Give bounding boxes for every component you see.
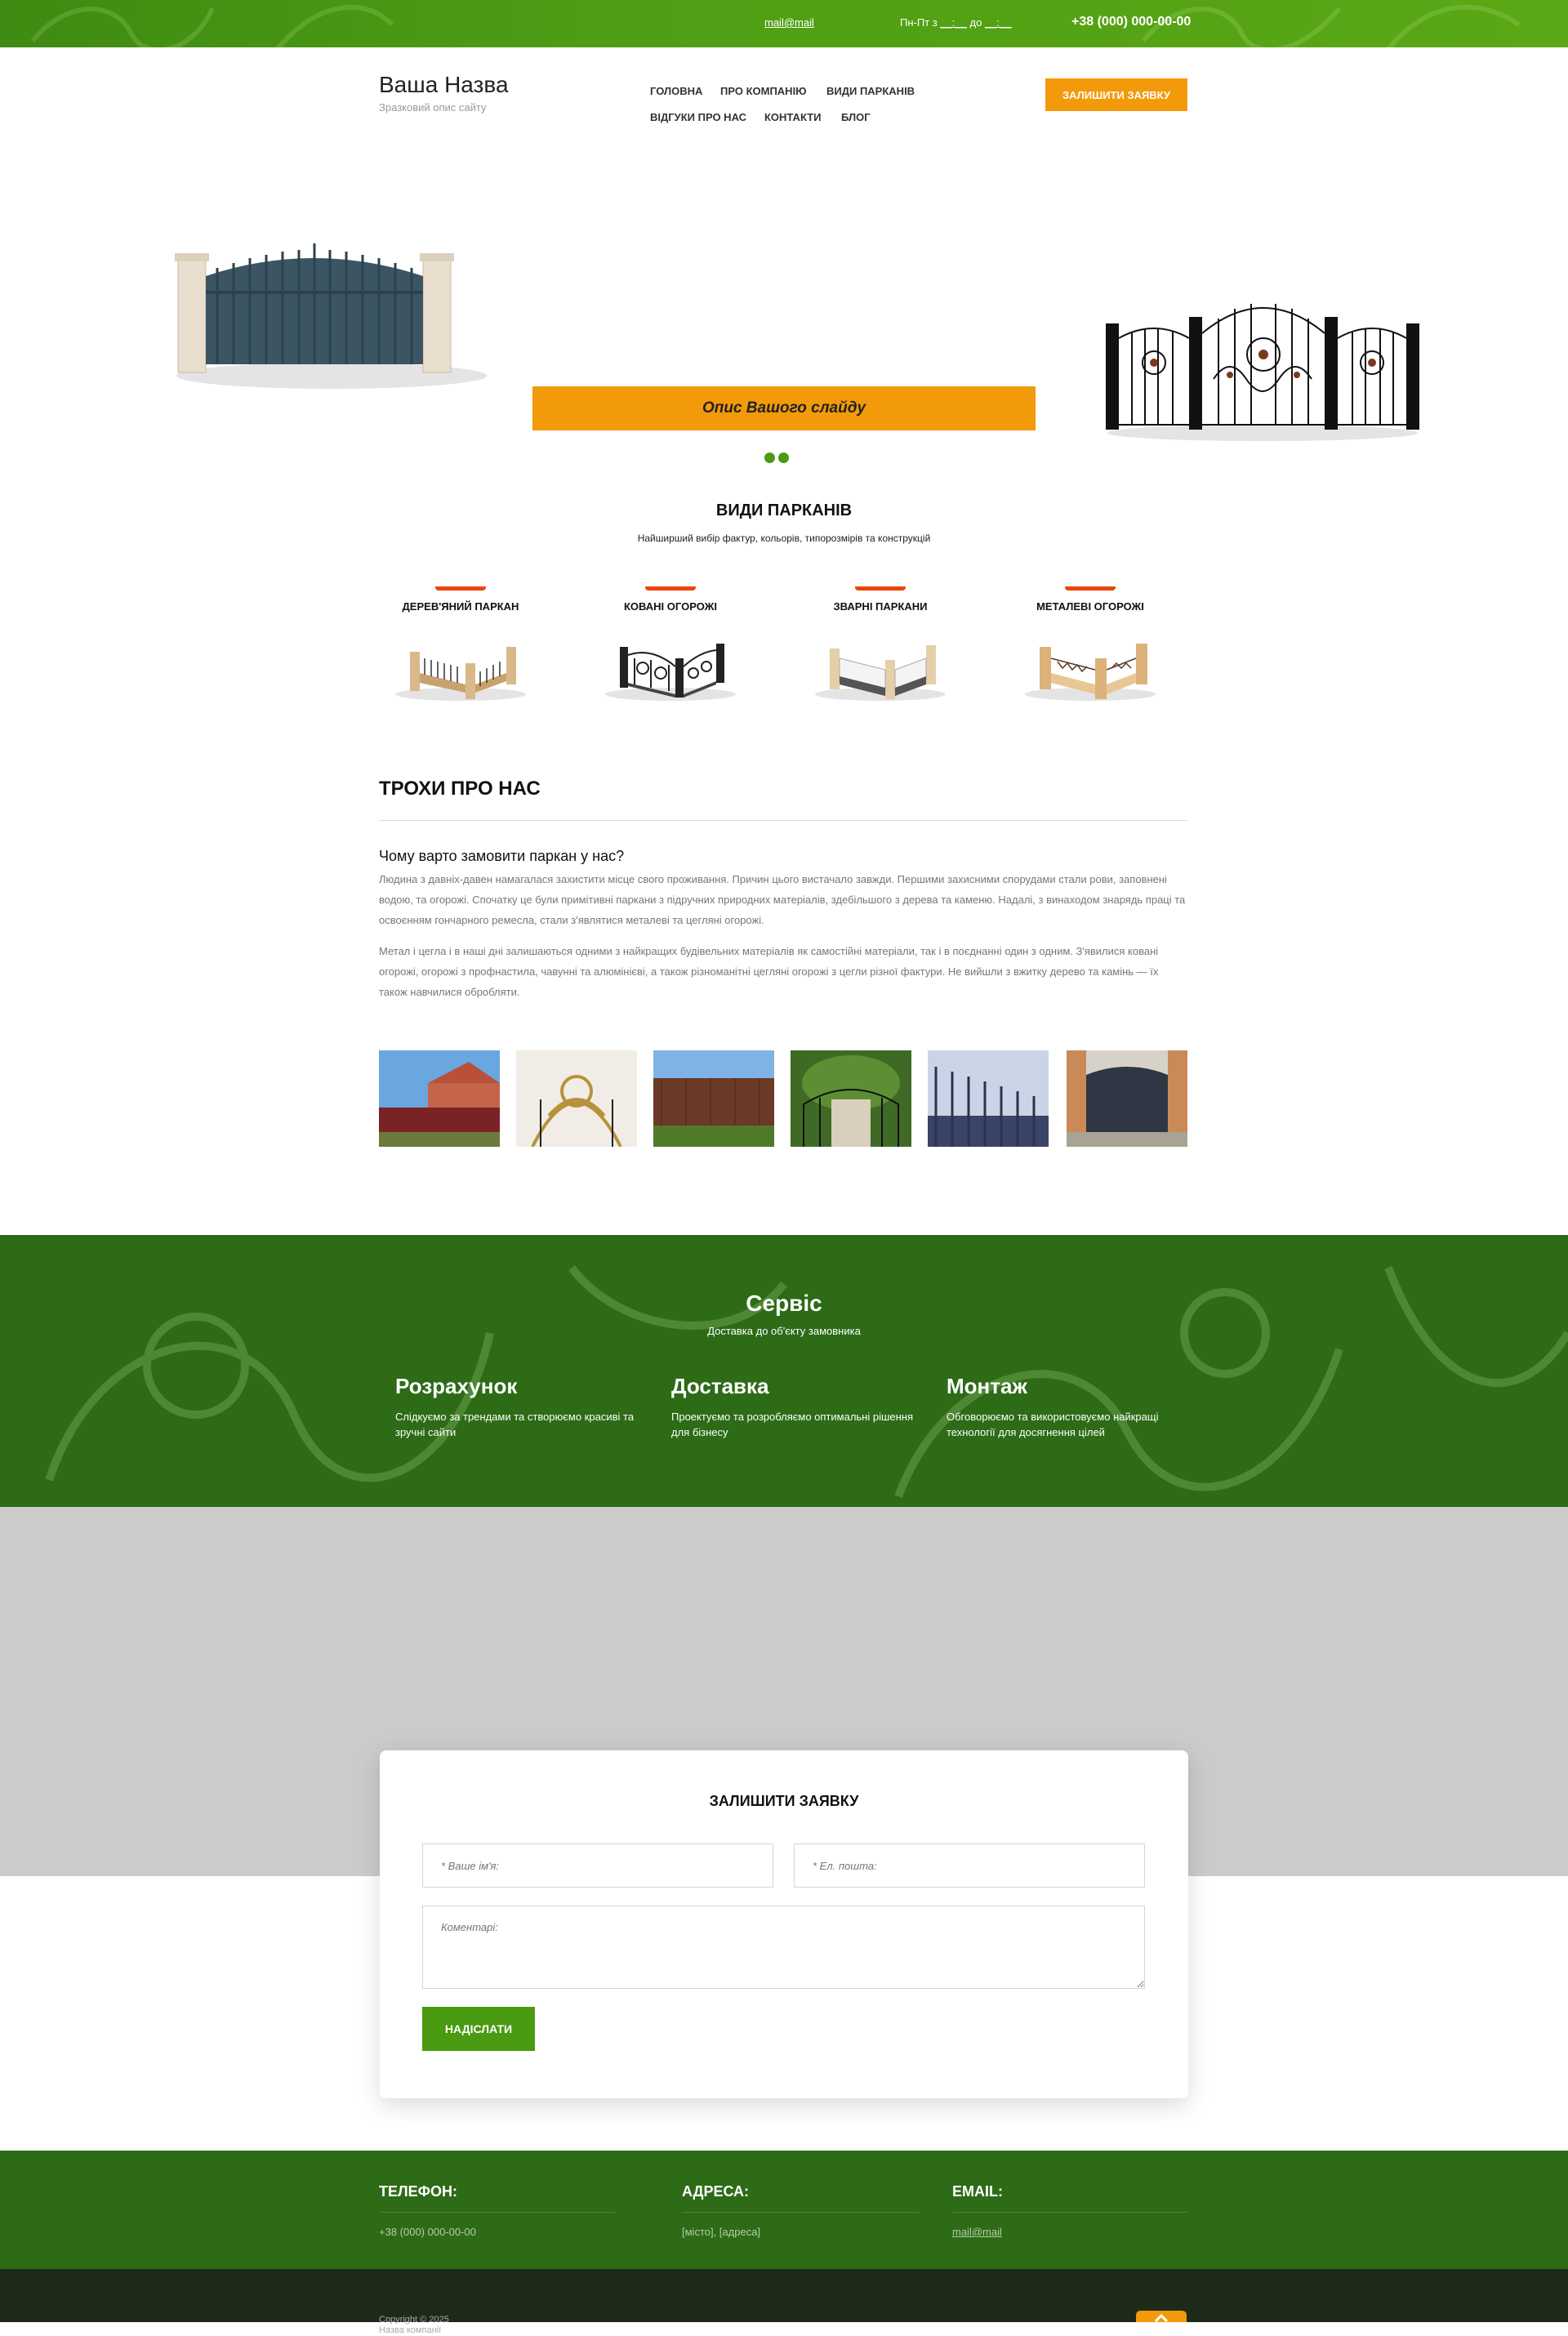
service-column: Розрахунок Слідкуємо за трендами та ство… — [395, 1374, 640, 1440]
nav-item-blog[interactable]: БЛОГ — [841, 111, 871, 123]
service-column-title: Доставка — [671, 1374, 769, 1398]
photo-gallery — [379, 1050, 1187, 1147]
slider-dots — [764, 452, 792, 467]
card-accent-bar — [435, 586, 486, 591]
wrought-iron-gate-image — [1106, 304, 1419, 441]
service-column: Монтаж Обговорюємо та використовуємо най… — [947, 1374, 1192, 1440]
fence-types-grid: ДЕРЕВ'ЯНИЙ ПАРКАН КОВАНІ ОГОРОЖІ ЗВАРНІ … — [379, 586, 1187, 717]
copyright-company: Назва компанії — [379, 2325, 442, 2335]
name-input[interactable] — [422, 1843, 773, 1888]
service-subtitle: Доставка до об'єкту замовника — [707, 1325, 861, 1337]
fence-type-label: ДЕРЕВ'ЯНИЙ ПАРКАН — [402, 600, 519, 613]
fence-types-title: ВИДИ ПАРКАНІВ — [715, 502, 853, 519]
nav-item-fence-types[interactable]: ВИДИ ПАРКАНІВ — [826, 85, 915, 97]
footer-phone-value[interactable]: +38 (000) 000-00-00 — [379, 2226, 616, 2238]
card-accent-bar — [855, 586, 906, 591]
fence-type-card[interactable]: ЗВАРНІ ПАРКАНИ — [799, 586, 962, 708]
footer-address-block: АДРЕСА: [місто], [адреса] — [682, 2183, 919, 2238]
topbar-email-link[interactable]: mail@mail — [764, 16, 814, 29]
about-paragraph: Людина з давніх-давен намагалася захисти… — [379, 873, 1186, 926]
nav-item-about[interactable]: ПРО КОМПАНІЮ — [720, 85, 807, 97]
fence-type-card[interactable]: МЕТАЛЕВІ ОГОРОЖІ — [1009, 586, 1172, 708]
footer-email-block: EMAIL: mail@mail — [952, 2183, 1189, 2238]
service-column-title: Розрахунок — [395, 1374, 518, 1398]
slider-dot-1[interactable] — [764, 452, 775, 463]
request-form: ЗАЛИШИТИ ЗАЯВКУ НАДІСЛАТИ — [380, 1750, 1188, 2098]
fence-type-label: МЕТАЛЕВІ ОГОРОЖІ — [1036, 600, 1144, 613]
footer-phone-label: ТЕЛЕФОН: — [379, 2183, 616, 2213]
slider-dot-2[interactable] — [778, 452, 789, 463]
card-accent-bar — [645, 586, 696, 591]
site-header: Ваша Назва Зразковий опис сайту ГОЛОВНА … — [379, 47, 1187, 145]
metal-fence-icon — [1025, 644, 1156, 701]
service-column: Доставка Проектуємо та розробляємо оптим… — [671, 1374, 916, 1440]
service-column-text: Слідкуємо за трендами та створюємо краси… — [395, 1411, 635, 1438]
hero-slider: Опис Вашого слайду — [0, 145, 1568, 480]
gallery-photo-brown-fence[interactable] — [653, 1050, 774, 1147]
service-section: Сервіс Доставка до об'єкту замовника Роз… — [0, 1235, 1568, 1507]
gallery-photo-garden-gate[interactable] — [791, 1050, 911, 1147]
submit-button[interactable]: НАДІСЛАТИ — [422, 2007, 535, 2051]
nav-item-home[interactable]: ГОЛОВНА — [650, 85, 702, 97]
fence-type-label: ЗВАРНІ ПАРКАНИ — [833, 600, 928, 613]
service-column-title: Монтаж — [947, 1374, 1027, 1398]
gallery-photo-iron-fence[interactable] — [928, 1050, 1049, 1147]
copyright: Copyright © 2025 Назва компанії — [379, 2315, 449, 2336]
fence-type-label: КОВАНІ ОГОРОЖІ — [623, 600, 717, 613]
logo-title[interactable]: Ваша Назва — [379, 72, 509, 98]
welded-fence-icon — [815, 645, 946, 701]
comment-textarea[interactable] — [422, 1906, 1145, 1989]
about-title: ТРОХИ ПРО НАС — [379, 778, 541, 800]
site-footer: ТЕЛЕФОН: +38 (000) 000-00-00 АДРЕСА: [мі… — [0, 2151, 1568, 2269]
card-accent-bar — [1065, 586, 1116, 591]
nav-item-contacts[interactable]: КОНТАКТИ — [764, 111, 822, 123]
service-title: Сервіс — [746, 1291, 822, 1316]
about-question: Чому варто замовити паркан у нас? — [379, 848, 625, 864]
fence-types-subtitle: Найширший вибір фактур, кольорів, типоро… — [637, 533, 931, 544]
gallery-photo-golden-gate[interactable] — [516, 1050, 637, 1147]
logo-subtitle: Зразковий опис сайту — [379, 101, 487, 114]
footer-address-label: АДРЕСА: — [682, 2183, 919, 2213]
leave-request-button[interactable]: ЗАЛИШИТИ ЗАЯВКУ — [1045, 78, 1187, 111]
wrought-fence-icon — [605, 644, 736, 701]
fence-type-card[interactable]: КОВАНІ ОГОРОЖІ — [589, 586, 752, 708]
ornament-background — [45, 1264, 1568, 1498]
about-divider — [379, 820, 1187, 821]
sliding-gate-image — [175, 243, 487, 389]
gallery-photo-brick-house[interactable] — [379, 1050, 500, 1147]
topbar-hours: Пн-Пт з __:__ до __:__ — [900, 16, 1012, 29]
footer-email-link[interactable]: mail@mail — [952, 2226, 1189, 2238]
scroll-to-top-button[interactable] — [1136, 2311, 1187, 2322]
nav-item-reviews[interactable]: ВІДГУКИ ПРО НАС — [650, 111, 746, 123]
service-column-text: Проектуємо та розробляємо оптимальні ріш… — [671, 1411, 914, 1438]
fence-type-card[interactable]: ДЕРЕВ'ЯНИЙ ПАРКАН — [379, 586, 542, 708]
form-title: ЗАЛИШИТИ ЗАЯВКУ — [709, 1793, 859, 1809]
email-input[interactable] — [794, 1843, 1145, 1888]
top-bar: mail@mail Пн-Пт з __:__ до __:__ +38 (00… — [0, 0, 1568, 47]
footer-address-value: [місто], [адреса] — [682, 2226, 761, 2238]
gallery-photo-dark-gate[interactable] — [1067, 1050, 1187, 1147]
footer-phone-block: ТЕЛЕФОН: +38 (000) 000-00-00 — [379, 2183, 616, 2238]
footer-email-label: EMAIL: — [952, 2183, 1189, 2213]
topbar-phone[interactable]: +38 (000) 000-00-00 — [1071, 15, 1191, 29]
about-paragraph: Метал і цегла і в наші дні залишаються о… — [379, 945, 1159, 998]
slide-caption: Опис Вашого слайду — [532, 386, 1036, 430]
service-column-text: Обговорюємо та використовуємо найкращі т… — [947, 1411, 1159, 1438]
footer-bottom-bar — [0, 2269, 1568, 2322]
copyright-line: Copyright © 2025 — [379, 2315, 449, 2325]
wooden-fence-icon — [395, 647, 526, 701]
